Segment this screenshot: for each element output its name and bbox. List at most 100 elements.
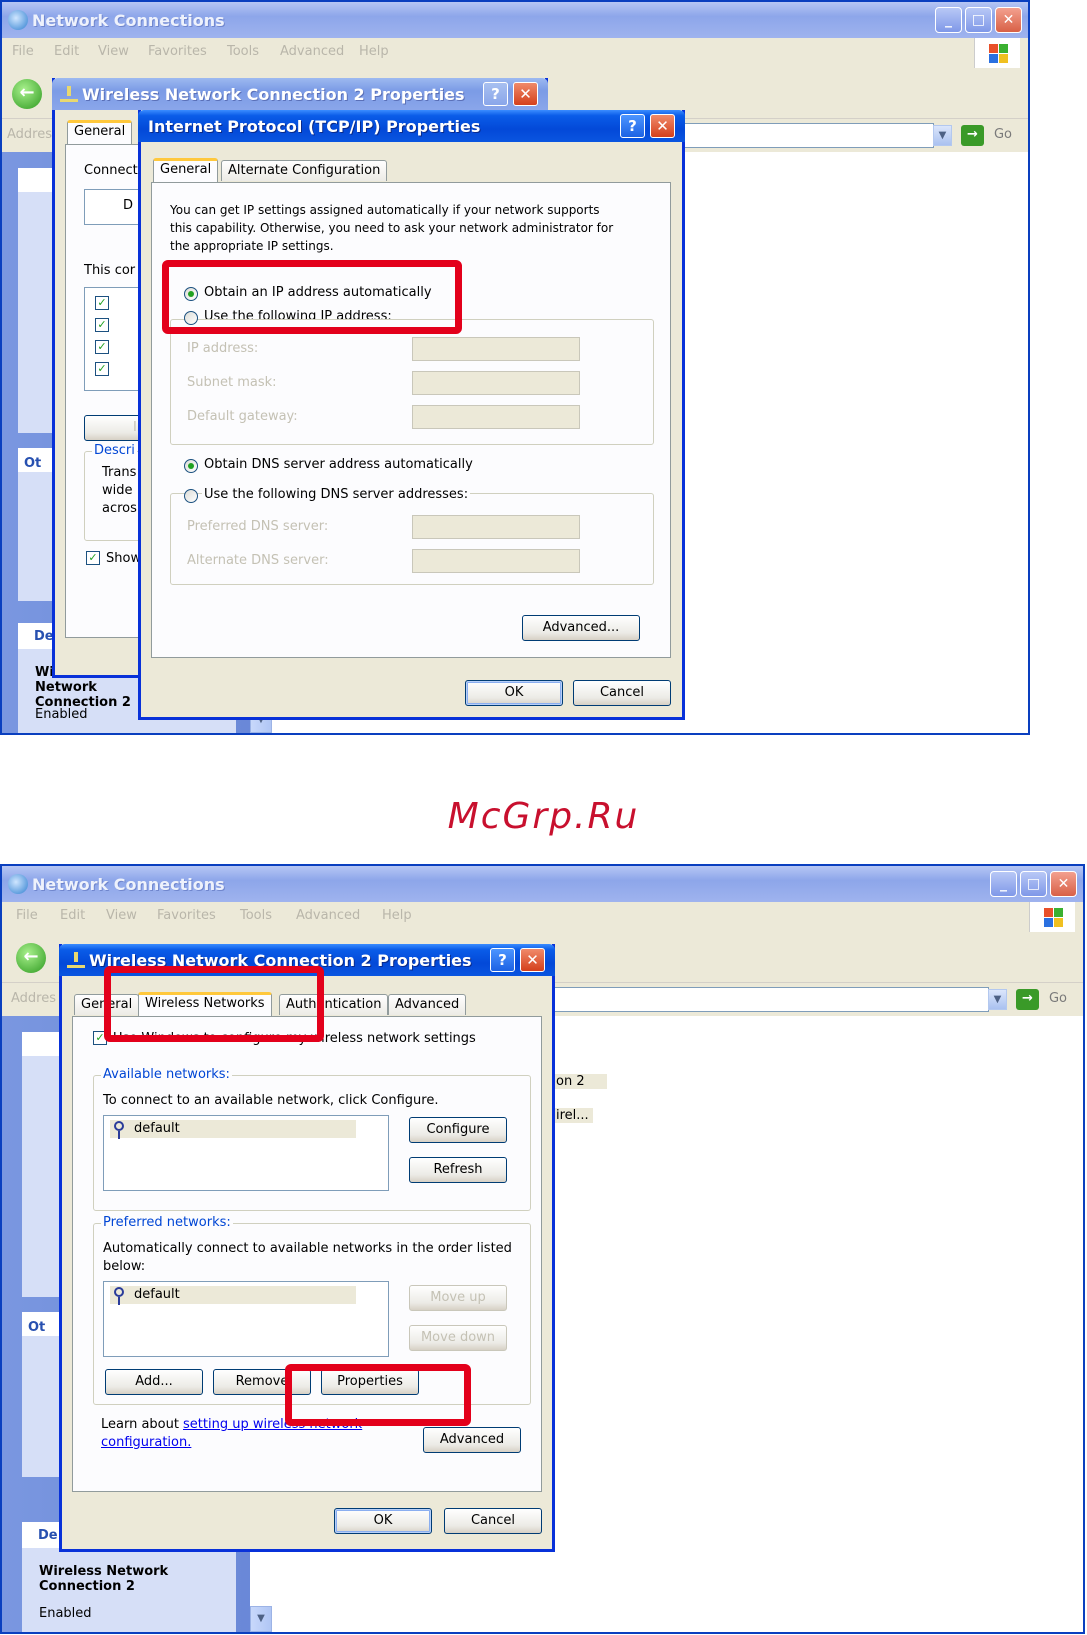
address-dropdown-icon[interactable]: ▼ xyxy=(933,125,952,146)
menu-view[interactable]: View xyxy=(98,44,129,59)
details-head[interactable]: De xyxy=(34,629,54,644)
menu-file[interactable]: File xyxy=(12,44,34,59)
refresh-button[interactable]: Refresh xyxy=(409,1157,507,1183)
scroll-down-icon[interactable]: ▼ xyxy=(250,1606,272,1632)
add-button[interactable]: Add... xyxy=(105,1369,203,1395)
advanced-button[interactable]: Advanced... xyxy=(522,615,640,641)
list-item[interactable]: default xyxy=(110,1120,356,1139)
menu-edit[interactable]: Edit xyxy=(60,908,85,923)
menu-tools[interactable]: Tools xyxy=(240,908,272,923)
network-name: default xyxy=(134,1287,180,1302)
menu-advanced[interactable]: Advanced xyxy=(296,908,360,923)
menu-help[interactable]: Help xyxy=(359,44,389,59)
menu-favorites[interactable]: Favorites xyxy=(148,44,207,59)
windows-logo-icon xyxy=(974,38,1020,68)
tab-general[interactable]: General xyxy=(67,120,133,144)
menu-view[interactable]: View xyxy=(106,908,137,923)
tab-wireless-networks[interactable]: Wireless Networks xyxy=(138,992,272,1016)
other-places-head[interactable]: Ot xyxy=(28,1320,45,1335)
details-head[interactable]: De xyxy=(38,1528,58,1543)
move-down-button[interactable]: Move down xyxy=(409,1325,507,1351)
close-button[interactable]: ✕ xyxy=(1050,871,1077,897)
back-arrow-icon[interactable]: ← xyxy=(12,79,42,109)
default-gateway-field[interactable] xyxy=(412,405,580,429)
wireless-network-icon xyxy=(114,1287,124,1305)
ip-address-field[interactable] xyxy=(412,337,580,361)
network-tasks-head[interactable]: Ne xyxy=(28,1041,48,1056)
component-checkbox[interactable]: ✓ xyxy=(95,296,109,310)
window-titlebar[interactable]: Network Connections _ □ ✕ xyxy=(2,866,1083,902)
menu-edit[interactable]: Edit xyxy=(54,44,79,59)
dialog-titlebar[interactable]: Wireless Network Connection 2 Properties… xyxy=(52,78,548,110)
maximize-button[interactable]: □ xyxy=(965,7,992,33)
close-button[interactable]: ✕ xyxy=(520,948,545,972)
learn-about-link-2[interactable]: configuration. xyxy=(101,1435,191,1450)
network-connections-icon xyxy=(8,874,28,894)
preferred-networks-label: Preferred networks: xyxy=(101,1215,233,1230)
component-checkbox[interactable]: ✓ xyxy=(95,362,109,376)
address-dropdown-icon[interactable]: ▼ xyxy=(988,989,1007,1010)
menu-favorites[interactable]: Favorites xyxy=(157,908,216,923)
available-networks-label: Available networks: xyxy=(101,1067,232,1082)
use-dns-radio[interactable] xyxy=(184,489,198,503)
help-button[interactable]: ? xyxy=(483,82,508,106)
list-item[interactable]: default xyxy=(110,1286,356,1305)
default-gateway-label: Default gateway: xyxy=(187,409,298,424)
connection-item-name[interactable]: on 2 xyxy=(554,1074,607,1089)
ok-button[interactable]: OK xyxy=(334,1508,432,1534)
go-label[interactable]: Go xyxy=(1049,991,1067,1006)
other-places-box xyxy=(22,1312,62,1477)
device-name: D xyxy=(123,198,134,213)
subnet-mask-field[interactable] xyxy=(412,371,580,395)
dialog-title: Wireless Network Connection 2 Properties xyxy=(82,85,465,104)
tab-general[interactable]: General xyxy=(153,158,219,182)
watermark: McGrp.Ru xyxy=(447,796,640,837)
tab-alternate-configuration[interactable]: Alternate Configuration xyxy=(221,160,388,181)
help-button[interactable]: ? xyxy=(620,114,645,138)
show-icon-checkbox[interactable]: ✓ xyxy=(86,551,100,565)
use-dns-label[interactable]: Use the following DNS server addresses: xyxy=(202,487,471,502)
component-checkbox[interactable]: ✓ xyxy=(95,340,109,354)
obtain-dns-auto-radio[interactable] xyxy=(184,459,198,473)
details-title: Wireless Network Connection 2 xyxy=(39,1564,169,1594)
obtain-dns-auto-label[interactable]: Obtain DNS server address automatically xyxy=(204,457,473,472)
configure-button[interactable]: Configure xyxy=(409,1117,507,1143)
menu-file[interactable]: File xyxy=(16,908,38,923)
available-networks-list[interactable]: default xyxy=(103,1115,389,1191)
advanced-button[interactable]: Advanced xyxy=(423,1427,521,1453)
go-arrow-icon[interactable]: → xyxy=(1016,989,1039,1010)
minimize-button[interactable]: _ xyxy=(990,871,1017,897)
show-icon-label: Show xyxy=(106,551,142,566)
preferred-dns-field[interactable] xyxy=(412,515,580,539)
network-tasks-head[interactable]: Ne xyxy=(24,177,44,192)
minimize-button[interactable]: _ xyxy=(935,7,962,33)
other-places-head[interactable]: Ot xyxy=(24,456,41,471)
connection-item-type: irel... xyxy=(554,1108,593,1123)
component-checkbox[interactable]: ✓ xyxy=(95,318,109,332)
move-up-button[interactable]: Move up xyxy=(409,1285,507,1311)
description-line: acros xyxy=(102,501,137,516)
go-arrow-icon[interactable]: → xyxy=(961,125,984,146)
menu-advanced[interactable]: Advanced xyxy=(280,44,344,59)
close-button[interactable]: ✕ xyxy=(650,114,675,138)
close-button[interactable]: ✕ xyxy=(513,82,538,106)
alternate-dns-field[interactable] xyxy=(412,549,580,573)
menu-help[interactable]: Help xyxy=(382,908,412,923)
tab-advanced[interactable]: Advanced xyxy=(388,994,467,1015)
window-titlebar[interactable]: Network Connections _ □ ✕ xyxy=(2,2,1028,38)
back-arrow-icon[interactable]: ← xyxy=(16,943,46,973)
help-button[interactable]: ? xyxy=(490,948,515,972)
menu-tools[interactable]: Tools xyxy=(227,44,259,59)
network-tasks-box xyxy=(22,1032,62,1297)
intro-text: this capability. Otherwise, you need to … xyxy=(170,221,614,235)
preferred-networks-list[interactable]: default xyxy=(103,1281,389,1357)
maximize-button[interactable]: □ xyxy=(1020,871,1047,897)
cancel-button[interactable]: Cancel xyxy=(573,680,671,706)
go-label[interactable]: Go xyxy=(994,127,1012,142)
preferred-networks-hint: below: xyxy=(103,1259,146,1274)
ok-button[interactable]: OK xyxy=(465,680,563,706)
dialog-titlebar[interactable]: Internet Protocol (TCP/IP) Properties ? … xyxy=(138,110,685,142)
close-button[interactable]: ✕ xyxy=(995,7,1022,33)
details-status: Enabled xyxy=(35,707,88,722)
cancel-button[interactable]: Cancel xyxy=(444,1508,542,1534)
